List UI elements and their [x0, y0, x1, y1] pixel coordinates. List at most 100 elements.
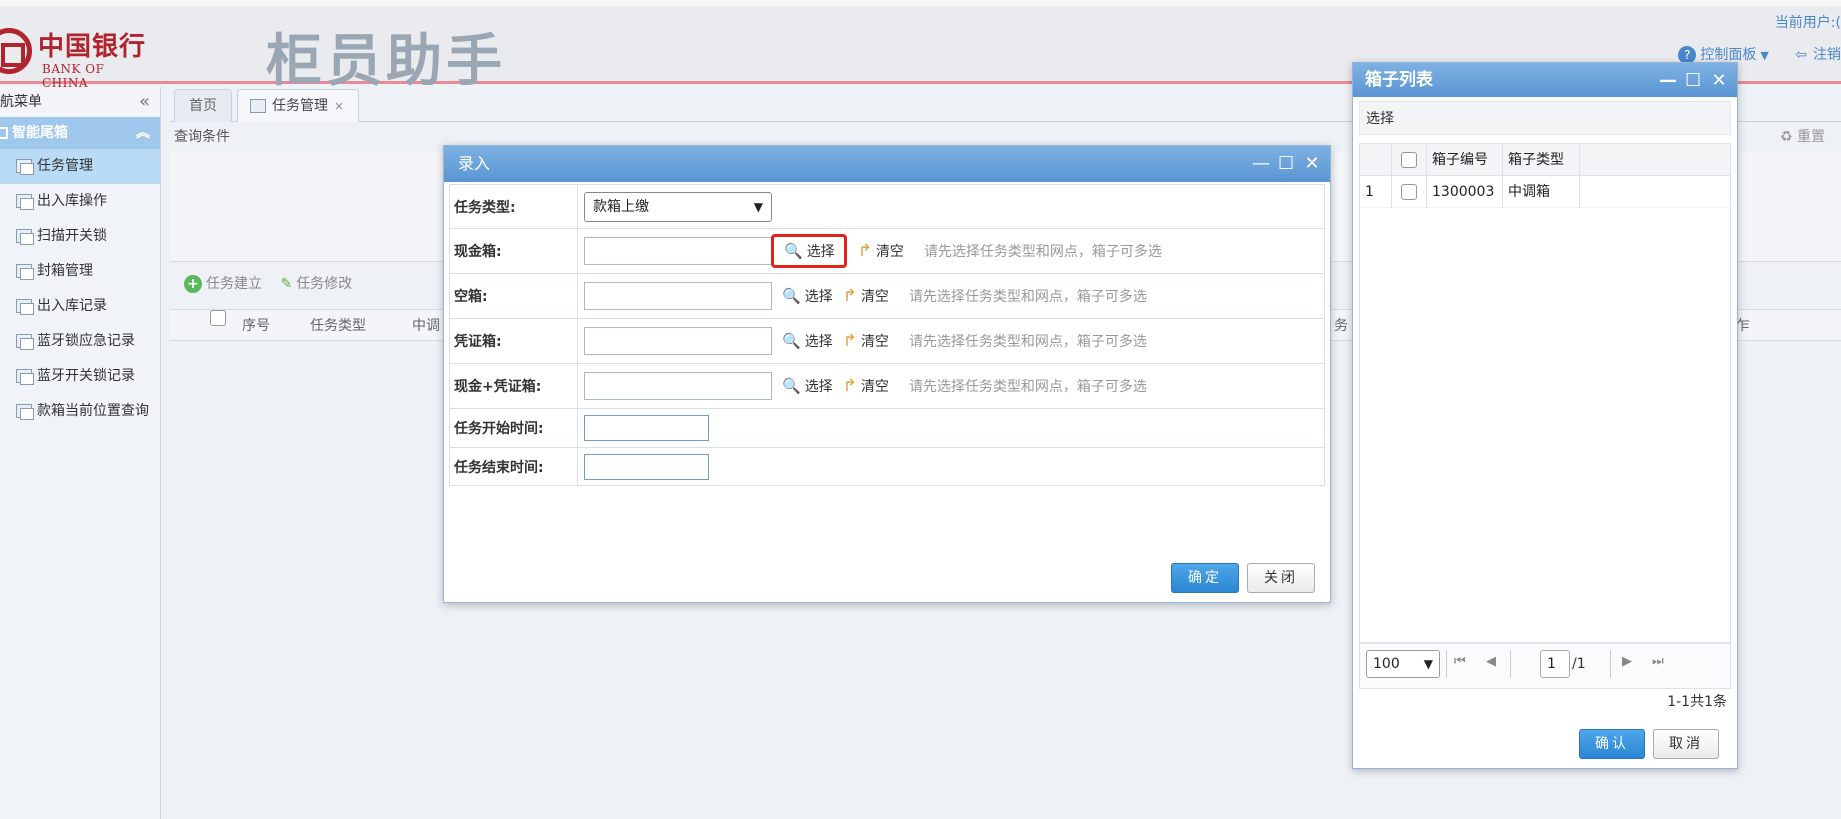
reset-label: 重置	[1797, 129, 1825, 145]
first-page-icon[interactable]: ⏮	[1454, 654, 1466, 669]
modify-task-button[interactable]: ✎ 任务修改	[280, 276, 352, 292]
window-icon	[16, 194, 34, 210]
sidebar-item-task-management[interactable]: 任务管理	[0, 149, 160, 184]
sidebar-item-seal-management[interactable]: 封箱管理	[0, 254, 160, 289]
sidebar-item-label: 封箱管理	[37, 263, 93, 279]
task-type-select[interactable]: 款箱上缴 ▼	[584, 191, 772, 222]
control-panel-menu[interactable]: ? 控制面板 ▼	[1678, 44, 1769, 64]
collapse-group-icon[interactable]: ︽	[136, 117, 150, 149]
logout-icon: ⇦	[1795, 47, 1807, 63]
search-icon: 🔍	[782, 332, 801, 350]
select-label: 选择	[804, 334, 833, 350]
tab-label: 任务管理	[272, 98, 328, 114]
search-icon: 🔍	[782, 287, 801, 305]
tab-task-management[interactable]: 任务管理 ×	[237, 89, 360, 122]
chevron-down-icon: ▼	[753, 199, 763, 214]
boc-logo-icon	[0, 28, 32, 74]
table-row[interactable]: 1 1300003 中调箱	[1360, 176, 1730, 208]
col-task-partial: 务	[1334, 318, 1348, 334]
sidebar-item-box-location[interactable]: 款箱当前位置查询	[0, 394, 160, 429]
select-label: 选择	[804, 379, 833, 395]
voucher-box-input[interactable]	[584, 327, 772, 355]
clear-label: 清空	[860, 334, 889, 350]
close-icon[interactable]: ✕	[1711, 64, 1727, 98]
pager: 100 ▼ ⏮ ◀ 1 /1 ▶ ⏭	[1359, 643, 1731, 689]
empty-box-select-button[interactable]: 🔍 选择	[782, 286, 833, 306]
sidebar-item-label: 蓝牙开关锁记录	[37, 368, 135, 384]
start-time-input[interactable]	[584, 415, 709, 441]
page-size-select[interactable]: 100 ▼	[1366, 650, 1440, 678]
cash-voucher-box-select-button[interactable]: 🔍 选择	[782, 376, 833, 396]
window-icon	[16, 159, 34, 175]
sidebar-item-bt-emergency[interactable]: 蓝牙锁应急记录	[0, 324, 160, 359]
pager-divider	[1446, 650, 1447, 678]
entry-dialog-titlebar: 录入 — ☐ ✕	[444, 146, 1330, 182]
box-grid: 箱子编号 箱子类型 1 1300003 中调箱	[1359, 143, 1731, 643]
collapse-sidebar-icon[interactable]: «	[139, 87, 150, 117]
select-all-checkbox[interactable]	[1401, 152, 1417, 168]
row-checkbox-cell	[1392, 176, 1427, 208]
cash-voucher-box-input[interactable]	[584, 372, 772, 400]
window-icon	[250, 99, 266, 113]
col-seq: 序号	[242, 318, 270, 334]
select-all-checkbox[interactable]	[210, 310, 226, 326]
page-number-input[interactable]: 1	[1540, 650, 1570, 678]
search-icon: 🔍	[784, 242, 803, 260]
search-icon: 🔍	[782, 377, 801, 395]
sidebar-item-scan-lock[interactable]: 扫描开关锁	[0, 219, 160, 254]
voucher-box-clear-button[interactable]: ↱ 清空	[843, 331, 889, 351]
minimize-icon[interactable]: —	[1252, 146, 1270, 182]
confirm-button[interactable]: 确定	[1171, 563, 1239, 593]
current-user: 当前用户:(	[1774, 15, 1841, 31]
last-page-icon[interactable]: ⏭	[1652, 654, 1664, 669]
reset-button[interactable]: ♻ 重置	[1780, 126, 1825, 146]
maximize-icon[interactable]: ☐	[1278, 146, 1294, 182]
sidebar-header: 航菜单 «	[0, 87, 160, 117]
empty-box-clear-button[interactable]: ↱ 清空	[843, 286, 889, 306]
logout-link[interactable]: ⇦ 注销	[1795, 44, 1841, 64]
next-page-icon[interactable]: ▶	[1622, 654, 1632, 669]
add-icon: +	[184, 275, 202, 293]
col-mid: 中调	[412, 318, 440, 334]
create-task-button[interactable]: + 任务建立	[184, 275, 262, 293]
box-cancel-button[interactable]: 取消	[1653, 729, 1719, 759]
cash-box-clear-button[interactable]: ↱ 清空	[858, 241, 904, 261]
box-type: 中调箱	[1503, 176, 1580, 208]
col-end-partial: 乍	[1736, 318, 1750, 334]
sidebar-item-label: 出入库操作	[37, 193, 107, 209]
close-button[interactable]: 关闭	[1247, 563, 1315, 593]
entry-form: 任务类型: 款箱上缴 ▼ 现金箱: 🔍 选择 ↱ 清空 请先选择任务类型和网点，箱子可多选…	[449, 184, 1325, 486]
voucher-box-hint: 请先选择任务类型和网点，箱子可多选	[908, 334, 1147, 350]
header-top-line	[0, 0, 1841, 6]
sidebar-group-smart-box[interactable]: 智能尾箱 ︽	[0, 117, 160, 149]
window-icon	[16, 369, 34, 385]
end-time-input[interactable]	[584, 453, 709, 480]
cash-box-select-button[interactable]: 🔍 选择	[771, 234, 847, 268]
minimize-icon[interactable]: —	[1659, 64, 1677, 98]
prev-page-icon[interactable]: ◀	[1486, 654, 1496, 669]
window-icon	[16, 229, 34, 245]
col-box-type: 箱子类型	[1503, 144, 1580, 176]
voucher-box-select-button[interactable]: 🔍 选择	[782, 331, 833, 351]
cash-voucher-box-clear-button[interactable]: ↱ 清空	[843, 376, 889, 396]
box-confirm-button[interactable]: 确认	[1579, 729, 1645, 759]
sidebar-item-in-out-records[interactable]: 出入库记录	[0, 289, 160, 324]
page-size-value: 100	[1373, 656, 1400, 672]
row-checkbox[interactable]	[1401, 184, 1417, 200]
tab-home[interactable]: 首页	[174, 89, 232, 122]
sidebar-item-label: 扫描开关锁	[37, 228, 107, 244]
cash-box-input[interactable]	[584, 237, 772, 265]
empty-box-input[interactable]	[584, 282, 772, 310]
sidebar-item-in-out-operation[interactable]: 出入库操作	[0, 184, 160, 219]
clear-label: 清空	[860, 289, 889, 305]
cash-voucher-box-label: 现金+凭证箱:	[449, 363, 578, 409]
close-tab-icon[interactable]: ×	[334, 99, 344, 113]
close-icon[interactable]: ✕	[1304, 146, 1320, 182]
sidebar-item-bt-lock-records[interactable]: 蓝牙开关锁记录	[0, 359, 160, 394]
sidebar-item-label: 任务管理	[37, 158, 93, 174]
window-icon	[16, 334, 34, 350]
entry-dialog-title: 录入	[458, 154, 491, 173]
row-number-header	[1360, 144, 1392, 176]
maximize-icon[interactable]: ☐	[1685, 64, 1701, 98]
edit-icon: ✎	[280, 276, 293, 292]
